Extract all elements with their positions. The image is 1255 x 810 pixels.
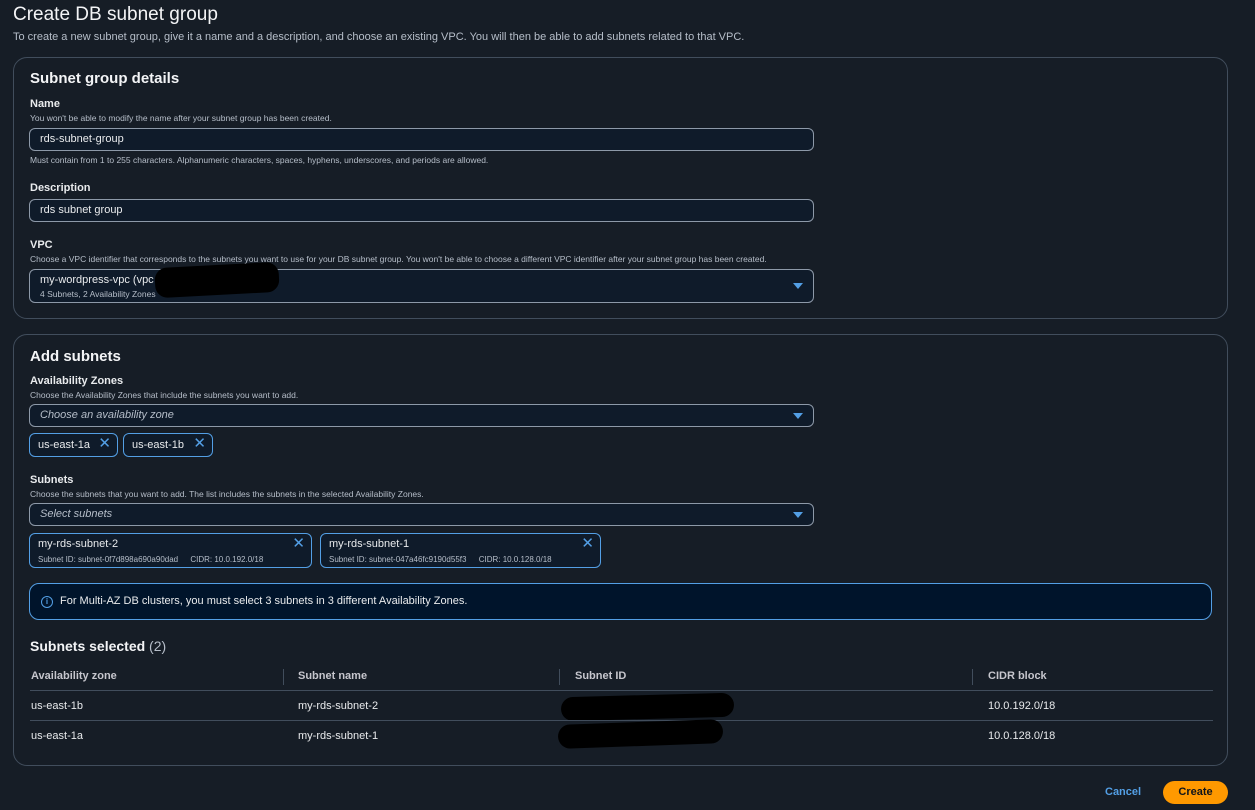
close-icon[interactable]: ✕ <box>292 536 305 552</box>
vpc-label: VPC <box>30 239 53 251</box>
subnets-selected-title: Subnets selected (2) <box>30 638 166 654</box>
vpc-hint: Choose a VPC identifier that corresponds… <box>30 254 767 264</box>
subnets-hint: Choose the subnets that you want to add.… <box>30 489 424 499</box>
close-icon[interactable]: ✕ <box>581 536 594 552</box>
subnet-token-id: Subnet ID: subnet-0f7d898a690a90dad <box>38 555 179 564</box>
subnet-token: my-rds-subnet-2 Subnet ID: subnet-0f7d89… <box>29 533 312 568</box>
column-header-az[interactable]: Availability zone <box>31 670 117 682</box>
info-icon: i <box>41 596 53 608</box>
column-divider[interactable] <box>559 669 560 685</box>
name-input[interactable]: rds-subnet-group <box>29 128 814 151</box>
subnet-token-cidr: CIDR: 10.0.128.0/18 <box>478 555 552 564</box>
column-divider[interactable] <box>283 669 284 685</box>
subnet-token-name: my-rds-subnet-1 <box>329 538 410 550</box>
table-cell-name: my-rds-subnet-2 <box>298 700 379 712</box>
name-hint: You won't be able to modify the name aft… <box>30 113 332 123</box>
table-header-divider <box>30 690 1213 691</box>
token-label: us-east-1b <box>132 439 184 451</box>
chevron-down-icon <box>793 413 803 419</box>
table-cell-az: us-east-1a <box>31 730 83 742</box>
add-subnets-panel: Add subnets Availability Zones Choose th… <box>13 334 1228 766</box>
info-alert: i For Multi-AZ DB clusters, you must sel… <box>29 583 1212 620</box>
subnet-token-name: my-rds-subnet-2 <box>38 538 119 550</box>
token-label: us-east-1a <box>38 439 90 451</box>
chevron-down-icon <box>793 283 803 289</box>
subnets-select[interactable]: Select subnets <box>29 503 814 526</box>
column-divider[interactable] <box>972 669 973 685</box>
table-cell-cidr: 10.0.192.0/18 <box>988 700 1056 712</box>
panel-title: Add subnets <box>30 348 121 365</box>
table-title-text: Subnets selected <box>30 638 146 654</box>
page-title: Create DB subnet group <box>13 4 218 25</box>
column-header-subnet-name[interactable]: Subnet name <box>298 670 367 682</box>
redaction-mark <box>560 692 735 722</box>
vpc-sub: 4 Subnets, 2 Availability Zones <box>40 289 156 299</box>
subnets-placeholder: Select subnets <box>40 508 113 520</box>
table-count: (2) <box>149 638 167 654</box>
create-button[interactable]: Create <box>1163 781 1228 804</box>
description-label: Description <box>30 182 91 194</box>
description-input[interactable]: rds subnet group <box>29 199 814 222</box>
panel-title: Subnet group details <box>30 70 180 87</box>
name-label: Name <box>30 98 60 110</box>
redaction-mark <box>557 719 724 749</box>
close-icon[interactable]: ✕ <box>98 436 111 452</box>
subnet-token: my-rds-subnet-1 Subnet ID: subnet-047a46… <box>320 533 601 568</box>
subnet-group-details-panel: Subnet group details Name You won't be a… <box>13 57 1228 319</box>
alert-text: For Multi-AZ DB clusters, you must selec… <box>60 595 468 607</box>
close-icon[interactable]: ✕ <box>193 436 206 452</box>
table-cell-name: my-rds-subnet-1 <box>298 730 379 742</box>
az-placeholder: Choose an availability zone <box>40 409 174 421</box>
column-header-subnet-id[interactable]: Subnet ID <box>575 670 626 682</box>
az-label: Availability Zones <box>30 375 124 387</box>
table-row-divider <box>30 720 1213 721</box>
table-cell-az: us-east-1b <box>31 700 83 712</box>
az-select[interactable]: Choose an availability zone <box>29 404 814 427</box>
column-header-cidr[interactable]: CIDR block <box>988 670 1047 682</box>
chevron-down-icon <box>793 512 803 518</box>
cancel-button[interactable]: Cancel <box>1105 786 1141 798</box>
subnet-token-id: Subnet ID: subnet-047a46fc9190d55f3 <box>329 555 467 564</box>
subnets-label: Subnets <box>30 474 74 486</box>
page-description: To create a new subnet group, give it a … <box>13 31 745 43</box>
az-token-us-east-1a: us-east-1a ✕ <box>29 433 118 457</box>
table-cell-cidr: 10.0.128.0/18 <box>988 730 1056 742</box>
az-token-us-east-1b: us-east-1b ✕ <box>123 433 213 457</box>
subnet-token-cidr: CIDR: 10.0.192.0/18 <box>190 555 264 564</box>
az-hint: Choose the Availability Zones that inclu… <box>30 390 299 400</box>
vpc-select[interactable]: my-wordpress-vpc (vpc 4 Subnets, 2 Avail… <box>29 269 814 303</box>
name-constraint: Must contain from 1 to 255 characters. A… <box>30 155 489 165</box>
